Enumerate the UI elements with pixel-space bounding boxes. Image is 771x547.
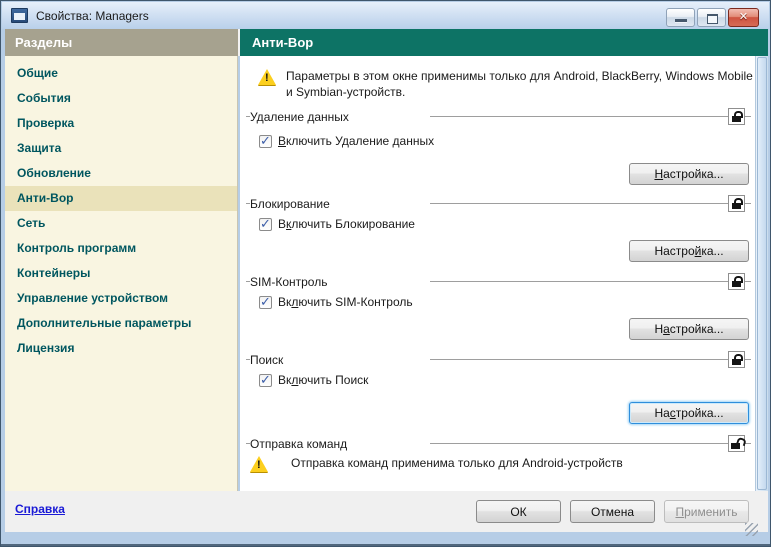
page-title: Анти-Вор [240,29,768,56]
window-bottom-edge [1,544,770,546]
sidebar-item-network[interactable]: Сеть [5,211,237,236]
close-button[interactable]: ✕ [728,8,759,27]
properties-dialog-window: Свойства: Managers ✕ Разделы Анти-Вор Об… [0,0,771,547]
sidebar-item-general[interactable]: Общие [5,61,237,86]
lock-open-icon[interactable] [728,435,745,452]
sim-watch-settings-button[interactable]: Настройка... [629,318,749,340]
block-settings-button[interactable]: Настройка... [629,240,749,262]
group-line [430,359,728,360]
group-line [745,203,751,204]
sidebar-item-scan[interactable]: Проверка [5,111,237,136]
sidebar-item-protection[interactable]: Защита [5,136,237,161]
data-wipe-settings-button[interactable]: Настройка... [629,163,749,185]
vertical-scrollbar[interactable] [755,56,768,491]
group-line [430,281,728,282]
group-title: Поиск [250,353,430,367]
close-icon: ✕ [729,10,758,23]
group-sim-watch: SIM-Контроль [246,273,751,290]
enable-block-checkbox[interactable]: Включить Блокирование [259,216,415,232]
group-title: SIM-Контроль [250,275,430,289]
checkbox-checked-icon[interactable] [259,296,272,309]
maximize-icon [707,14,718,24]
footer: Справка ОК Отмена Применить [5,491,768,532]
group-line [430,116,728,117]
group-block: Блокирование [246,195,751,212]
enable-sim-watch-checkbox[interactable]: Включить SIM-Контроль [259,294,413,310]
enable-data-wipe-checkbox[interactable]: Включить Удаление данных [259,133,434,149]
group-data-wipe: Удаление данных [246,108,751,125]
lock-closed-icon[interactable] [728,351,745,368]
lock-closed-icon[interactable] [728,195,745,212]
cancel-button[interactable]: Отмена [570,500,655,523]
maximize-button[interactable] [697,8,726,27]
enable-locate-checkbox[interactable]: Включить Поиск [259,372,368,388]
top-warning: Параметры в этом окне применимы только д… [258,68,754,100]
top-warning-text: Параметры в этом окне применимы только д… [286,68,754,100]
minimize-button[interactable] [666,8,695,27]
group-send-commands: Отправка команд [246,435,751,452]
sidebar-item-license[interactable]: Лицензия [5,336,237,361]
warning-icon [258,69,276,85]
minimize-icon [675,19,687,22]
sections-sidebar: Общие События Проверка Защита Обновление… [5,56,238,491]
help-link[interactable]: Справка [15,502,65,516]
group-line [430,203,728,204]
checkbox-checked-icon[interactable] [259,218,272,231]
checkbox-label: Включить Поиск [278,373,368,387]
lock-closed-icon[interactable] [728,273,745,290]
sidebar-header: Разделы [5,29,238,56]
sidebar-item-device-management[interactable]: Управление устройством [5,286,237,311]
send-commands-warning-text: Отправка команд применима только для And… [291,455,623,471]
warning-icon [250,456,268,472]
sidebar-item-anti-theft[interactable]: Анти-Вор [5,186,237,211]
group-line [745,443,751,444]
group-line [745,359,751,360]
group-title: Отправка команд [250,437,430,451]
group-locate: Поиск [246,351,751,368]
checkbox-label: Включить Блокирование [278,217,415,231]
locate-settings-button[interactable]: Настройка... [629,402,749,424]
group-title: Блокирование [250,197,430,211]
window-icon [11,8,28,23]
group-line [745,116,751,117]
sidebar-item-containers[interactable]: Контейнеры [5,261,237,286]
group-line [745,281,751,282]
checkbox-checked-icon[interactable] [259,374,272,387]
window-title: Свойства: Managers [36,9,149,23]
checkbox-label: Включить SIM-Контроль [278,295,413,309]
ok-button[interactable]: ОК [476,500,561,523]
title-bar[interactable]: Свойства: Managers ✕ [2,2,769,29]
group-title: Удаление данных [250,110,430,124]
scrollbar-thumb[interactable] [757,57,767,490]
sidebar-item-update[interactable]: Обновление [5,161,237,186]
group-line [430,443,728,444]
anti-theft-panel: Параметры в этом окне применимы только д… [240,56,768,491]
resize-grip[interactable] [745,523,758,536]
sidebar-item-events[interactable]: События [5,86,237,111]
checkbox-checked-icon[interactable] [259,135,272,148]
sidebar-item-app-control[interactable]: Контроль программ [5,236,237,261]
sidebar-item-advanced-settings[interactable]: Дополнительные параметры [5,311,237,336]
checkbox-label: Включить Удаление данных [278,134,434,148]
lock-closed-icon[interactable] [728,108,745,125]
send-commands-warning: Отправка команд применима только для And… [250,455,623,472]
apply-button[interactable]: Применить [664,500,749,523]
